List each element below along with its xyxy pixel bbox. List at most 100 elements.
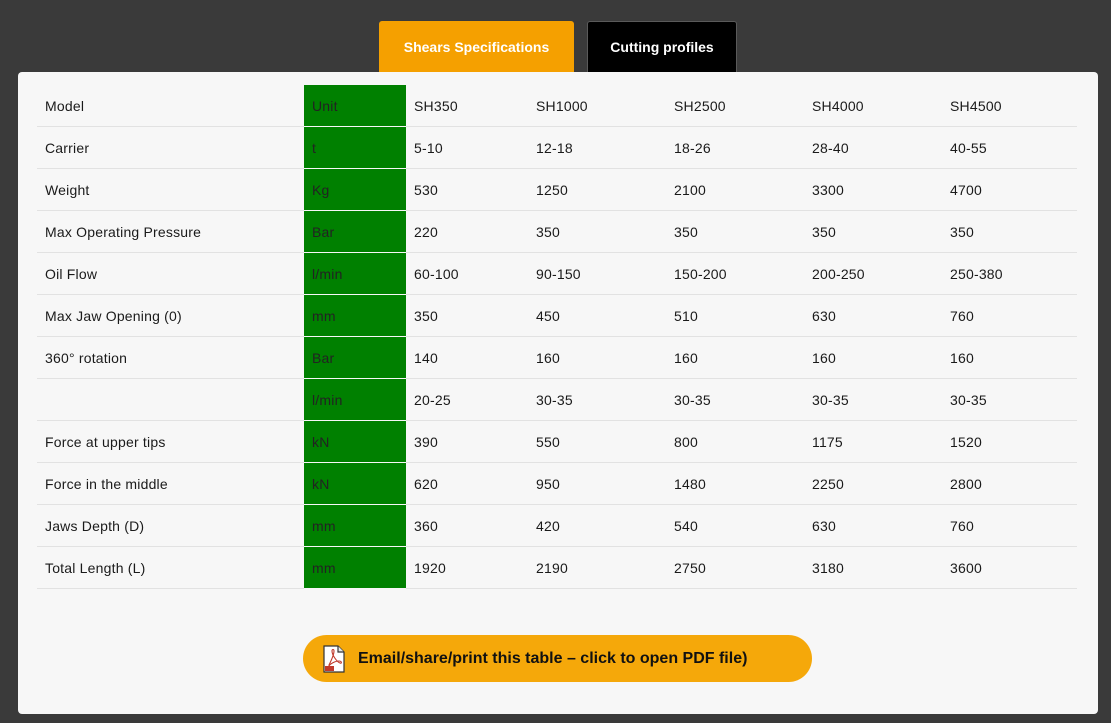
row-value: 1250 (528, 168, 666, 211)
header-model-name: SH2500 (666, 85, 804, 127)
row-unit: Kg (304, 168, 406, 211)
row-value: 3300 (804, 168, 942, 211)
row-value: 160 (528, 336, 666, 379)
row-value: 800 (666, 420, 804, 463)
row-value: 18-26 (666, 126, 804, 169)
table-row: l/min 20-25 30-35 30-35 30-35 30-35 (37, 378, 1077, 421)
row-unit: Bar (304, 210, 406, 253)
table-row: Max Jaw Opening (0) mm 350 450 510 630 760 (37, 294, 1077, 337)
row-parameter (37, 378, 304, 421)
row-value: 1175 (804, 420, 942, 463)
row-parameter: Total Length (L) (37, 546, 304, 589)
row-value: 160 (942, 336, 1077, 379)
tab-shears-specifications[interactable]: Shears Specifications (379, 21, 574, 72)
row-value: 420 (528, 504, 666, 547)
row-unit: mm (304, 504, 406, 547)
row-value: 12-18 (528, 126, 666, 169)
row-value: 760 (942, 294, 1077, 337)
row-parameter: Max Jaw Opening (0) (37, 294, 304, 337)
row-value: 220 (406, 210, 528, 253)
row-value: 350 (666, 210, 804, 253)
row-value: 2190 (528, 546, 666, 589)
row-value: 3600 (942, 546, 1077, 589)
row-value: 350 (804, 210, 942, 253)
row-value: 160 (666, 336, 804, 379)
row-value: 450 (528, 294, 666, 337)
row-value: 2100 (666, 168, 804, 211)
row-unit: l/min (304, 378, 406, 421)
row-parameter: Carrier (37, 126, 304, 169)
table-row: Weight Kg 530 1250 2100 3300 4700 (37, 168, 1077, 211)
row-value: 510 (666, 294, 804, 337)
row-value: 4700 (942, 168, 1077, 211)
row-value: 2750 (666, 546, 804, 589)
row-value: 140 (406, 336, 528, 379)
header-model-name: SH4000 (804, 85, 942, 127)
row-value: 90-150 (528, 252, 666, 295)
table-row: Jaws Depth (D) mm 360 420 540 630 760 (37, 504, 1077, 547)
open-pdf-button[interactable]: Email/share/print this table – click to … (303, 635, 812, 682)
row-value: 3180 (804, 546, 942, 589)
tab-cutting-profiles[interactable]: Cutting profiles (587, 21, 737, 72)
row-unit: mm (304, 294, 406, 337)
specifications-panel: Model Unit SH350 SH1000 SH2500 SH4000 SH… (18, 72, 1098, 714)
row-value: 390 (406, 420, 528, 463)
row-value: 250-380 (942, 252, 1077, 295)
row-parameter: Oil Flow (37, 252, 304, 295)
row-value: 2250 (804, 462, 942, 505)
row-unit: kN (304, 462, 406, 505)
row-value: 630 (804, 294, 942, 337)
header-model-name: SH1000 (528, 85, 666, 127)
row-parameter: Weight (37, 168, 304, 211)
row-unit: t (304, 126, 406, 169)
row-value: 60-100 (406, 252, 528, 295)
table-row: Force in the middle kN 620 950 1480 2250 2800 (37, 462, 1077, 505)
header-unit: Unit (304, 85, 406, 127)
row-unit: l/min (304, 252, 406, 295)
open-pdf-label: Email/share/print this table – click to … (358, 649, 748, 667)
row-parameter: Force at upper tips (37, 420, 304, 463)
table-row: Oil Flow l/min 60-100 90-150 150-200 200-250 2… (37, 252, 1077, 295)
header-model-name: SH350 (406, 85, 528, 127)
table-row: Total Length (L) mm 1920 2190 2750 3180 3600 (37, 546, 1077, 589)
row-value: 200-250 (804, 252, 942, 295)
header-model-name: SH4500 (942, 85, 1077, 127)
row-value: 5-10 (406, 126, 528, 169)
row-value: 2800 (942, 462, 1077, 505)
row-unit: mm (304, 546, 406, 589)
header-model: Model (37, 85, 304, 127)
table-header-row: Model Unit SH350 SH1000 SH2500 SH4000 SH… (37, 85, 1077, 127)
row-value: 1480 (666, 462, 804, 505)
row-value: 160 (804, 336, 942, 379)
table-row: Force at upper tips kN 390 550 800 1175 1520 (37, 420, 1077, 463)
row-parameter: Jaws Depth (D) (37, 504, 304, 547)
row-value: 360 (406, 504, 528, 547)
row-value: 630 (804, 504, 942, 547)
row-value: 620 (406, 462, 528, 505)
row-parameter: Max Operating Pressure (37, 210, 304, 253)
row-value: 350 (528, 210, 666, 253)
row-unit: kN (304, 420, 406, 463)
row-value: 760 (942, 504, 1077, 547)
row-value: 540 (666, 504, 804, 547)
row-value: 150-200 (666, 252, 804, 295)
row-unit: Bar (304, 336, 406, 379)
pdf-file-icon (323, 644, 345, 673)
row-value: 950 (528, 462, 666, 505)
row-value: 28-40 (804, 126, 942, 169)
row-parameter: Force in the middle (37, 462, 304, 505)
table-row: 360° rotation Bar 140 160 160 160 160 (37, 336, 1077, 379)
row-value: 30-35 (528, 378, 666, 421)
row-value: 30-35 (942, 378, 1077, 421)
row-value: 1520 (942, 420, 1077, 463)
tab-bar: Shears Specifications Cutting profiles (379, 21, 737, 72)
row-value: 530 (406, 168, 528, 211)
row-value: 20-25 (406, 378, 528, 421)
row-value: 1920 (406, 546, 528, 589)
row-value: 350 (406, 294, 528, 337)
row-value: 40-55 (942, 126, 1077, 169)
row-value: 30-35 (666, 378, 804, 421)
specifications-table: Model Unit SH350 SH1000 SH2500 SH4000 SH… (37, 85, 1077, 589)
row-value: 350 (942, 210, 1077, 253)
row-value: 550 (528, 420, 666, 463)
